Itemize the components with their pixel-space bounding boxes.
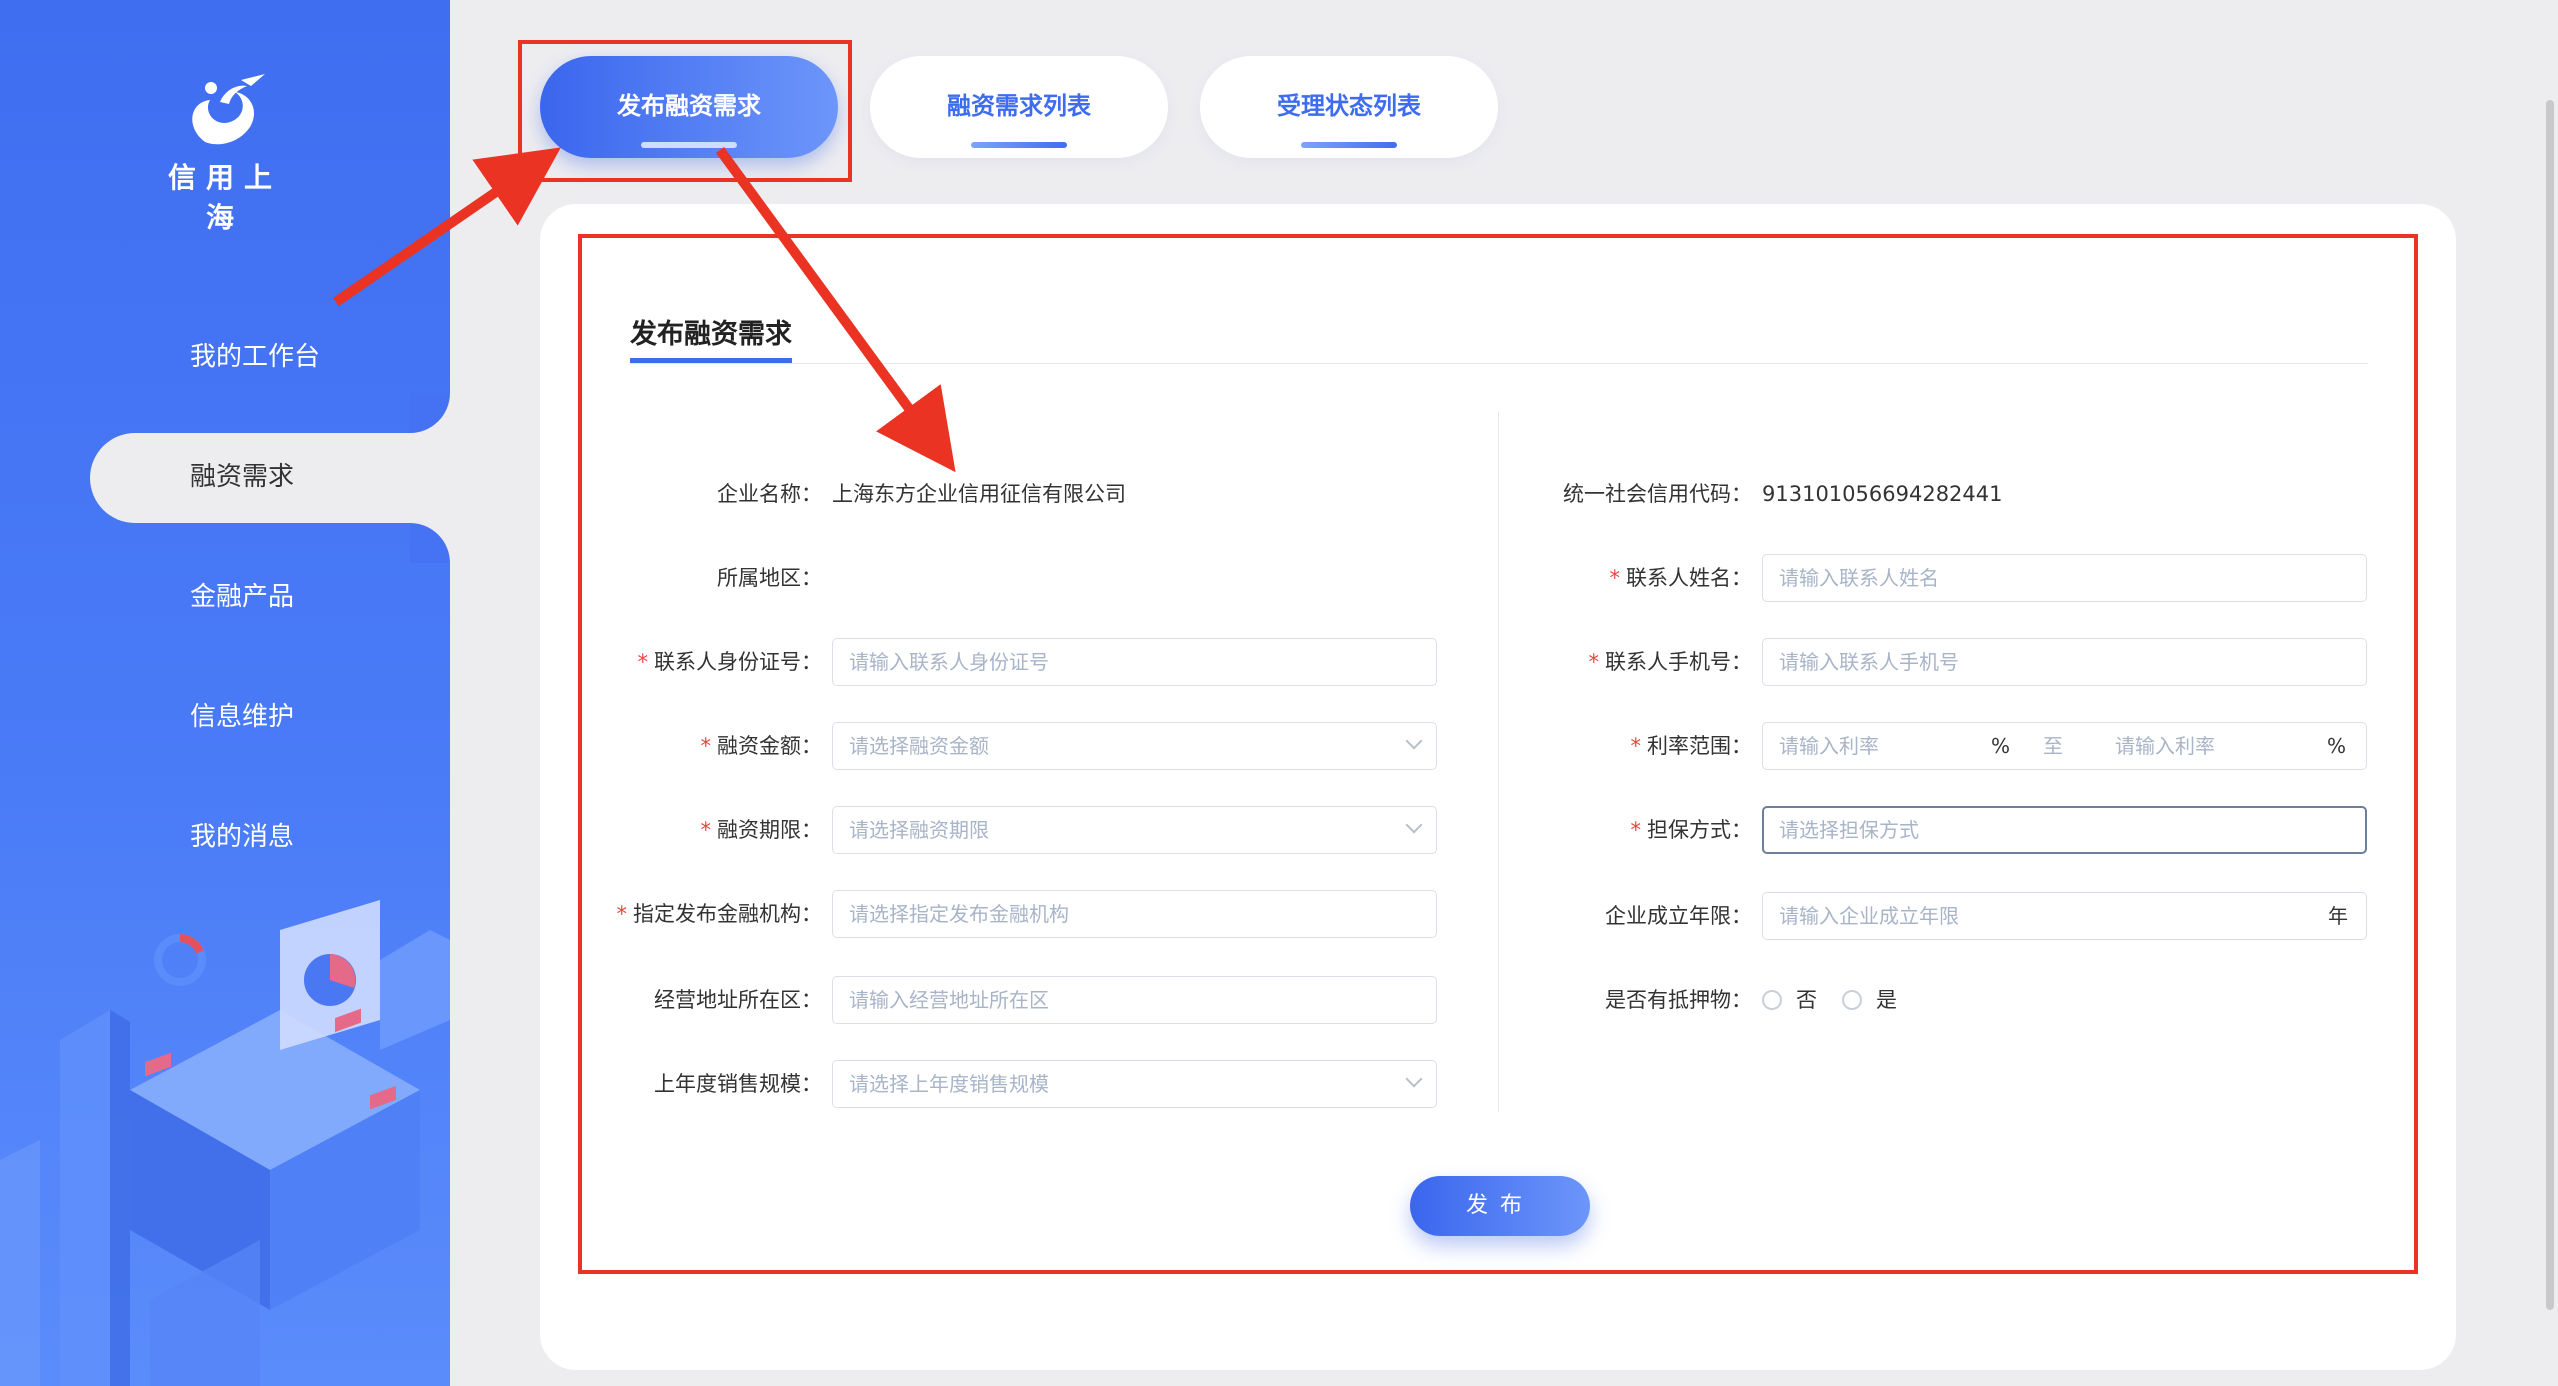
annotation-arrow-to-tab xyxy=(333,147,561,307)
page-scrollbar[interactable] xyxy=(2546,100,2554,1310)
annotation-arrow-to-form xyxy=(715,147,956,473)
annotation-arrows xyxy=(333,147,956,473)
